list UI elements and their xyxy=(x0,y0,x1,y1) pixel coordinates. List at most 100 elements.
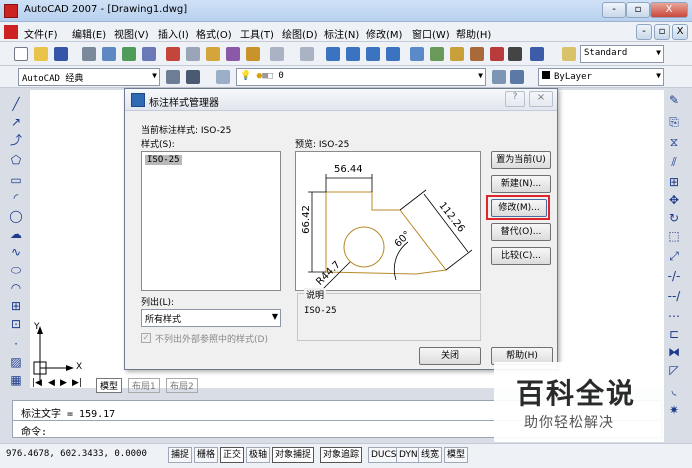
point-icon[interactable]: · xyxy=(8,336,24,352)
copy-icon[interactable] xyxy=(186,47,200,61)
color-select[interactable]: ByLayer ▼ xyxy=(538,68,664,86)
menu-format[interactable]: 格式(O) xyxy=(196,26,232,41)
trim-icon[interactable]: -/- xyxy=(666,268,682,284)
model-toggle[interactable]: 模型 xyxy=(444,447,469,463)
fillet-icon[interactable]: ◟ xyxy=(666,382,682,398)
insert-block-icon[interactable]: ⊞ xyxy=(8,298,24,314)
calculator-icon[interactable] xyxy=(508,47,522,61)
new-style-button[interactable]: 新建(N)... xyxy=(491,175,551,193)
join-icon[interactable]: ⧓ xyxy=(666,344,682,360)
polyline-icon[interactable]: ⤴ xyxy=(8,132,24,148)
doc-close-button[interactable]: X xyxy=(672,24,688,40)
layer-select[interactable]: 💡 ●■□ 0 ▼ xyxy=(236,68,486,86)
extend-icon[interactable]: --/ xyxy=(666,288,682,304)
arc-icon[interactable]: ◜ xyxy=(8,190,24,206)
offset-icon[interactable]: ⫽ xyxy=(666,154,682,170)
list-filter-select[interactable]: 所有样式 ▼ xyxy=(141,309,281,327)
set-current-button[interactable]: 置为当前(U) xyxy=(491,151,551,169)
gradient-icon[interactable]: ▦ xyxy=(8,372,24,388)
save-icon[interactable] xyxy=(54,47,68,61)
menu-insert[interactable]: 插入(I) xyxy=(158,26,189,41)
tool-palettes-icon[interactable] xyxy=(450,47,464,61)
menu-modify[interactable]: 修改(M) xyxy=(366,26,402,41)
tab-first-icon[interactable]: |◀ xyxy=(32,378,42,388)
minimize-button[interactable]: - xyxy=(602,2,626,18)
chamfer-icon[interactable]: ◸ xyxy=(666,362,682,378)
properties-icon[interactable] xyxy=(410,47,424,61)
preview-icon[interactable] xyxy=(102,47,116,61)
list-item[interactable]: ISO-25 xyxy=(145,155,182,165)
paste-icon[interactable] xyxy=(206,47,220,61)
zoom-window-icon[interactable] xyxy=(366,47,380,61)
menu-edit[interactable]: 编辑(E) xyxy=(72,26,106,41)
copy-object-icon[interactable]: ⎘ xyxy=(666,114,682,130)
circle-icon[interactable]: ◯ xyxy=(8,208,24,224)
menu-view[interactable]: 视图(V) xyxy=(114,26,149,41)
dialog-title-bar[interactable]: 标注样式管理器 ? × xyxy=(125,89,557,111)
construction-line-icon[interactable]: ↗ xyxy=(8,114,24,130)
spline-icon[interactable]: ∿ xyxy=(8,244,24,260)
array-icon[interactable]: ⊞ xyxy=(666,174,682,190)
zoom-realtime-icon[interactable] xyxy=(346,47,360,61)
grid-toggle[interactable]: 栅格 xyxy=(194,447,219,463)
text-style-select[interactable]: Standard ▼ xyxy=(580,45,664,63)
osnap-toggle[interactable]: 对象捕捉 xyxy=(272,447,315,463)
make-current-layer-icon[interactable] xyxy=(492,70,506,84)
ducs-toggle[interactable]: DUCS xyxy=(368,447,400,463)
doc-minimize-button[interactable]: - xyxy=(636,24,652,40)
pan-icon[interactable] xyxy=(326,47,340,61)
plot-icon[interactable] xyxy=(142,47,156,61)
menu-window[interactable]: 窗口(W) xyxy=(412,26,450,41)
doc-restore-button[interactable]: ▫ xyxy=(654,24,670,40)
tab-model[interactable]: 模型 xyxy=(96,378,123,393)
move-icon[interactable]: ✥ xyxy=(666,192,682,208)
dialog-close-icon[interactable]: × xyxy=(529,91,553,107)
save-workspace-icon[interactable] xyxy=(186,70,200,84)
compare-style-button[interactable]: 比较(C)... xyxy=(491,247,551,265)
menu-dimension[interactable]: 标注(N) xyxy=(324,26,359,41)
make-block-icon[interactable]: ⊡ xyxy=(8,316,24,332)
polygon-icon[interactable]: ⬠ xyxy=(8,152,24,168)
ellipse-icon[interactable]: ⬭ xyxy=(8,262,24,278)
close-window-button[interactable]: X xyxy=(650,2,688,18)
explode-icon[interactable]: ✷ xyxy=(666,402,682,418)
erase-icon[interactable]: ✎ xyxy=(666,92,682,108)
cut-icon[interactable] xyxy=(166,47,180,61)
ellipse-arc-icon[interactable]: ◠ xyxy=(8,280,24,296)
help-icon[interactable] xyxy=(530,47,544,61)
lineweight-toggle[interactable]: 线宽 xyxy=(418,447,443,463)
undo-icon[interactable] xyxy=(270,47,284,61)
redo-icon[interactable] xyxy=(300,47,314,61)
zoom-previous-icon[interactable] xyxy=(386,47,400,61)
help-question-icon[interactable]: ? xyxy=(505,91,525,107)
close-button[interactable]: 关闭 xyxy=(419,347,481,365)
layer-previous-icon[interactable] xyxy=(510,70,524,84)
tab-prev-icon[interactable]: ◀ xyxy=(48,378,55,388)
dyn-toggle[interactable]: DYN xyxy=(396,447,421,463)
stretch-icon[interactable]: ⤢ xyxy=(666,248,682,264)
menu-tools[interactable]: 工具(T) xyxy=(240,26,274,41)
rotate-icon[interactable]: ↻ xyxy=(666,210,682,226)
styles-list[interactable]: ISO-25 xyxy=(141,151,281,291)
command-prompt[interactable]: 命令: xyxy=(21,423,47,438)
rectangle-icon[interactable]: ▭ xyxy=(8,172,24,188)
revision-cloud-icon[interactable]: ☁ xyxy=(8,226,24,242)
ortho-toggle[interactable]: 正交 xyxy=(220,447,245,463)
break-icon[interactable]: ⊏ xyxy=(666,326,682,342)
menu-help[interactable]: 帮助(H) xyxy=(456,26,491,41)
tab-last-icon[interactable]: ▶| xyxy=(72,378,82,388)
xref-checkbox[interactable]: ✓ xyxy=(141,333,151,343)
menu-draw[interactable]: 绘图(D) xyxy=(282,26,318,41)
otrack-toggle[interactable]: 对象追踪 xyxy=(320,447,363,463)
workspace-select[interactable]: AutoCAD 经典 ▼ xyxy=(18,68,160,86)
text-style-icon[interactable] xyxy=(562,47,576,61)
polar-toggle[interactable]: 极轴 xyxy=(246,447,271,463)
hatch-icon[interactable]: ▨ xyxy=(8,354,24,370)
match-properties-icon[interactable] xyxy=(226,47,240,61)
line-icon[interactable]: ╱ xyxy=(8,96,24,112)
new-icon[interactable] xyxy=(14,47,28,61)
menu-file[interactable]: 文件(F) xyxy=(24,26,58,41)
tab-layout2[interactable]: 布局2 xyxy=(166,378,198,393)
restore-button[interactable]: ▫ xyxy=(626,2,650,18)
design-center-icon[interactable] xyxy=(430,47,444,61)
